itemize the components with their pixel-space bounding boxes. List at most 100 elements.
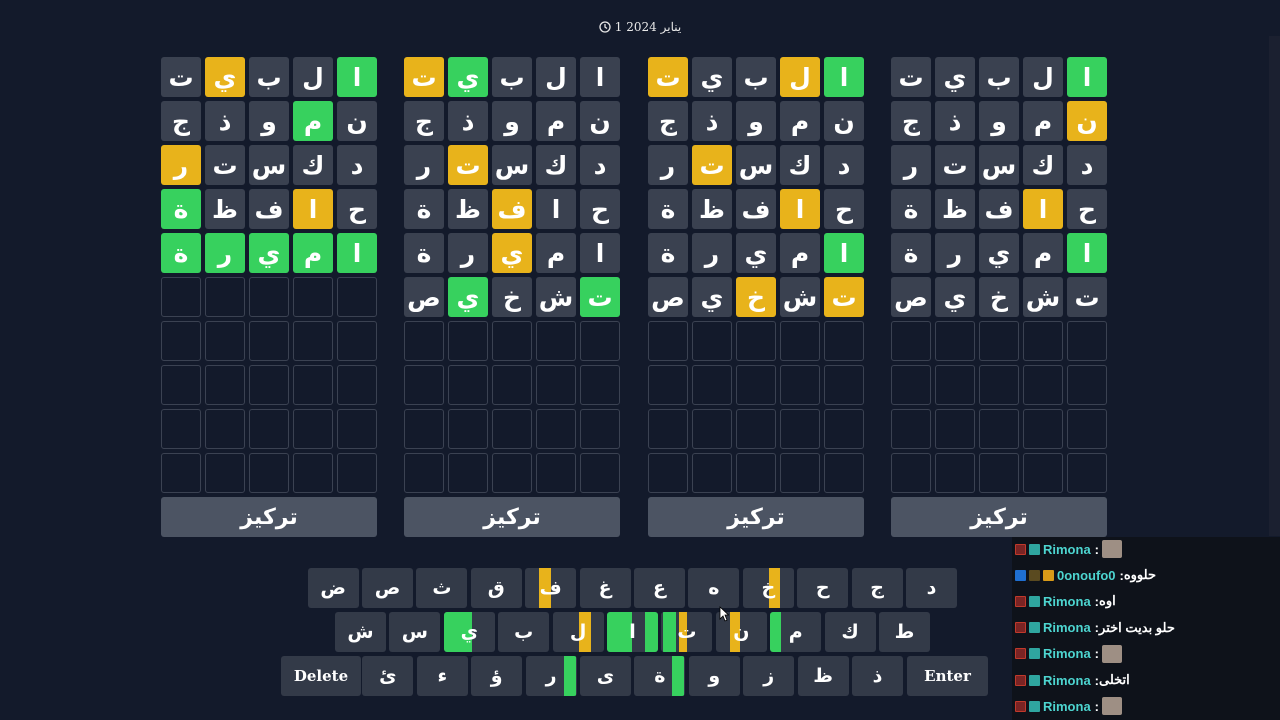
board-row: اميرة [161, 233, 377, 273]
key[interactable]: ك [824, 612, 876, 652]
letter-tile: ر [935, 233, 975, 273]
key[interactable]: ق [470, 568, 522, 608]
key-label: ت [677, 621, 697, 643]
letter-tile: ا [824, 57, 864, 97]
key[interactable]: س [389, 612, 441, 652]
letter-tile: م [1023, 101, 1063, 141]
empty-tile [205, 409, 245, 449]
key[interactable]: ا [607, 612, 658, 652]
key[interactable]: ف [525, 568, 577, 608]
enter-key[interactable]: Enter [907, 656, 988, 696]
key[interactable]: م [770, 612, 822, 652]
key[interactable]: د [906, 568, 957, 608]
focus-button[interactable]: تركيز [648, 497, 864, 537]
key[interactable]: ط [879, 612, 930, 652]
letter-tile: ر [205, 233, 245, 273]
board-row: تشخيص [648, 277, 864, 317]
empty-tile [337, 453, 377, 493]
key[interactable]: ذ [852, 656, 903, 696]
letter-tile: و [249, 101, 289, 141]
empty-tile [1023, 453, 1063, 493]
key[interactable]: ل [552, 612, 604, 652]
game-board-1: ا ل ب ي ت ن م و ذ ج د ك س ت ر ح ا ف ظ ة ا م ي ر ة ت ش خ ي ص تركيز [891, 57, 1107, 537]
game-board-4: ا ل ب ي ت ن م و ذ ج د ك س ت ر ح ا ف ظ ة ا م ي ر ة تركيز [161, 57, 377, 537]
empty-tile [692, 365, 732, 405]
chat-badge-icon [1015, 595, 1026, 607]
focus-button[interactable]: تركيز [161, 497, 377, 537]
empty-tile [1023, 321, 1063, 361]
board-row: البيت [161, 57, 377, 97]
key-label: ي [460, 621, 478, 643]
letter-tile: ة [404, 189, 444, 229]
letter-tile: خ [979, 277, 1019, 317]
key[interactable]: ه [688, 568, 740, 608]
empty-tile [736, 453, 776, 493]
empty-tile [736, 321, 776, 361]
key[interactable]: ز [743, 656, 795, 696]
key[interactable]: ء [416, 656, 468, 696]
empty-tile [580, 321, 620, 361]
delete-key[interactable]: Delete [281, 656, 361, 696]
letter-tile: ي [492, 233, 532, 273]
letter-tile: ا [824, 233, 864, 273]
letter-tile: ت [824, 277, 864, 317]
empty-tile [736, 409, 776, 449]
key[interactable]: ص [362, 568, 413, 608]
empty-tile [404, 365, 444, 405]
letter-tile: ش [536, 277, 576, 317]
empty-tile [161, 365, 201, 405]
letter-tile: ل [780, 57, 820, 97]
empty-tile [935, 409, 975, 449]
key[interactable]: ئ [362, 656, 414, 696]
letter-tile: ك [780, 145, 820, 185]
chat-text: اتخلى [1099, 672, 1130, 687]
key-label: ك [841, 621, 859, 643]
key-hint-stripe [672, 656, 685, 696]
key[interactable]: و [688, 656, 740, 696]
key[interactable]: ج [851, 568, 903, 608]
key[interactable]: خ [742, 568, 794, 608]
key[interactable]: ث [416, 568, 468, 608]
empty-tile [780, 321, 820, 361]
letter-tile: خ [492, 277, 532, 317]
game-board-2: ا ل ب ي ت ن م و ذ ج د ك س ت ر ح ا ف ظ ة ا م ي ر ة ت ش خ ي ص تركيز [648, 57, 864, 537]
letter-tile: ح [1067, 189, 1107, 229]
empty-tile [448, 453, 488, 493]
empty-tile [293, 365, 333, 405]
letter-tile: ة [891, 189, 931, 229]
key[interactable]: ت [661, 612, 713, 652]
empty-tile [580, 453, 620, 493]
focus-button[interactable]: تركيز [891, 497, 1107, 537]
empty-tile [979, 321, 1019, 361]
key[interactable]: ض [307, 568, 359, 608]
empty-tile [935, 321, 975, 361]
letter-tile: ظ [692, 189, 732, 229]
board-row [891, 321, 1107, 361]
letter-tile: خ [736, 277, 776, 317]
key[interactable]: ع [634, 568, 685, 608]
date-text: 1 يناير 2024 [614, 20, 682, 34]
key[interactable]: ر [525, 656, 577, 696]
key[interactable]: ش [335, 612, 386, 652]
page-scrollbar[interactable] [1269, 36, 1280, 536]
key[interactable]: ح [797, 568, 849, 608]
board-row [648, 409, 864, 449]
board-row: نموذج [404, 101, 620, 141]
key[interactable]: ؤ [471, 656, 523, 696]
key[interactable]: غ [579, 568, 631, 608]
key[interactable]: ب [498, 612, 550, 652]
key[interactable]: ة [634, 656, 686, 696]
key[interactable]: ي [443, 612, 495, 652]
key-label: ف [539, 577, 562, 599]
empty-tile [979, 409, 1019, 449]
letter-tile: و [736, 101, 776, 141]
key[interactable]: ى [580, 656, 631, 696]
letter-tile: ذ [692, 101, 732, 141]
letter-tile: ف [736, 189, 776, 229]
key[interactable]: ظ [797, 656, 849, 696]
mouse-cursor-icon [719, 606, 729, 622]
focus-button[interactable]: تركيز [404, 497, 620, 537]
letter-tile: د [337, 145, 377, 185]
key-label: م [788, 621, 803, 643]
letter-tile: ت [648, 57, 688, 97]
